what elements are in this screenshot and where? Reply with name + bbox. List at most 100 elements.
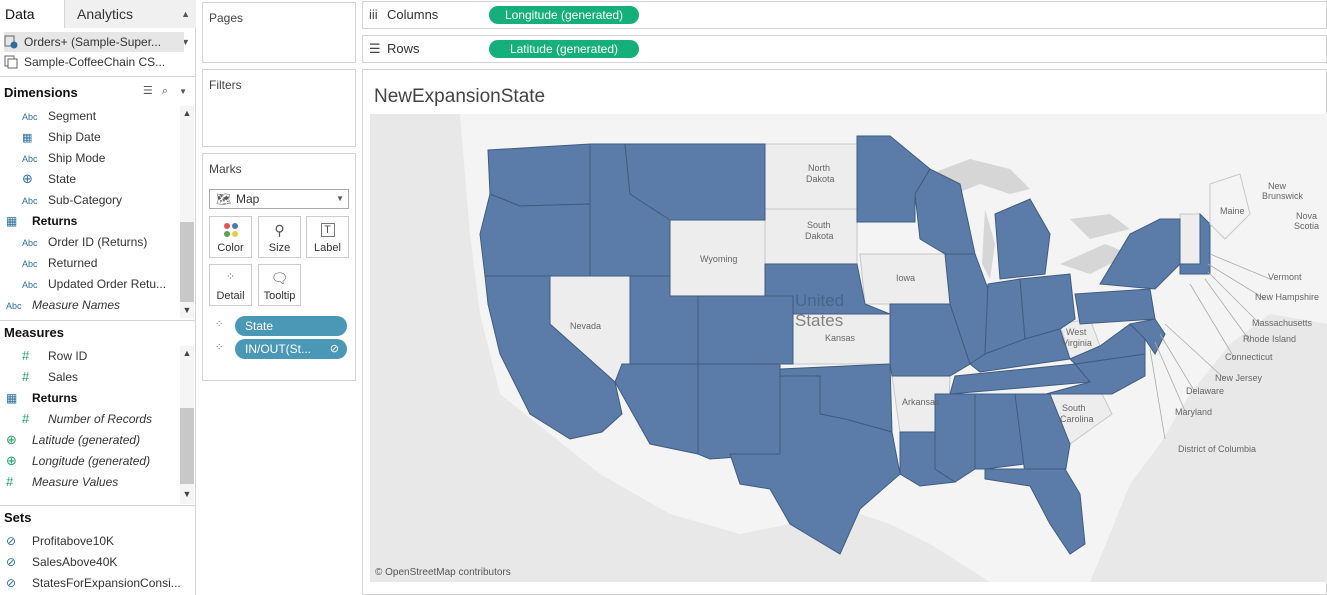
detail-icon: ⁘ <box>215 319 224 330</box>
label-south-carolina-2: Carolina <box>1060 414 1094 424</box>
tooltip-button[interactable]: 🗨 Tooltip <box>258 264 301 306</box>
size-button[interactable]: ⚲ Size <box>258 216 301 258</box>
field-returned[interactable]: Abc Returned <box>22 253 97 273</box>
field-state[interactable]: ⊕ State <box>22 169 76 189</box>
field-longitude-generated[interactable]: ⊕ Longitude (generated) <box>6 451 150 471</box>
field-row-id[interactable]: # Row ID <box>22 346 87 366</box>
search-icon[interactable]: ⌕ <box>162 85 168 97</box>
field-measure-names[interactable]: Abc Measure Names <box>6 295 120 315</box>
map-svg[interactable]: North Dakota South Dakota Wyoming Nevada… <box>370 114 1327 582</box>
label-south-dakota-1: South <box>807 220 831 230</box>
field-updated-order-returns[interactable]: Abc Updated Order Retu... <box>22 274 166 294</box>
field-label: Returned <box>48 256 98 270</box>
color-button[interactable]: Color <box>209 216 252 258</box>
rows-shelf[interactable]: ☰ Rows Latitude (generated) <box>362 35 1327 63</box>
pages-card[interactable]: Pages <box>202 2 356 63</box>
state-pill[interactable]: State <box>235 316 347 336</box>
field-number-of-records[interactable]: # Number of Records <box>22 409 152 429</box>
map-area[interactable]: North Dakota South Dakota Wyoming Nevada… <box>370 114 1327 582</box>
state-pennsylvania[interactable] <box>1074 288 1156 325</box>
inout-set-pill[interactable]: IN/OUT(St... ⊘ <box>235 339 347 359</box>
label-wyoming: Wyoming <box>700 254 737 264</box>
tab-analytics[interactable]: Analytics ▲ ▼ <box>64 0 196 47</box>
label-district-of-columbia: District of Columbia <box>1178 444 1256 454</box>
folder-returns[interactable]: ▦ Returns <box>6 211 77 231</box>
datasource-label: Orders+ (Sample-Super... <box>24 35 162 49</box>
field-segment[interactable]: Abc Segment <box>22 106 96 126</box>
field-label: State <box>48 172 77 186</box>
state-vermont-nh[interactable] <box>1179 213 1201 265</box>
set-profitabove10k[interactable]: ⊘ Profitabove10K <box>6 531 114 551</box>
string-type-icon: Abc <box>22 259 38 269</box>
set-icon: ⊘ <box>6 555 17 569</box>
label-button[interactable]: T Label <box>306 216 349 258</box>
detail-button[interactable]: ⁘ Detail <box>209 264 252 306</box>
filters-card[interactable]: Filters <box>202 69 356 147</box>
datasource-orders[interactable]: Orders+ (Sample-Super... <box>4 32 184 52</box>
scroll-up-icon[interactable]: ▲ <box>180 348 194 358</box>
number-type-icon: # <box>22 348 30 363</box>
measures-scroll-thumb[interactable] <box>180 408 194 484</box>
field-measure-values[interactable]: # Measure Values <box>6 472 118 492</box>
label-connecticut: Connecticut <box>1225 352 1273 362</box>
field-ship-mode[interactable]: Abc Ship Mode <box>22 148 105 168</box>
state-oregon[interactable] <box>479 193 591 277</box>
shelf-label-text: Columns <box>387 7 439 22</box>
field-sales[interactable]: # Sales <box>22 367 78 387</box>
tab-data[interactable]: Data <box>0 0 64 28</box>
field-ship-date[interactable]: ▦ Ship Date <box>22 127 101 147</box>
label-new-jersey: New Jersey <box>1215 373 1263 383</box>
columns-shelf[interactable]: iii Columns Longitude (generated) <box>362 1 1327 29</box>
datasource-active-icon <box>4 35 18 49</box>
worksheet-view: NewExpansionState North Dakota South Dak… <box>362 69 1327 595</box>
tab-analytics-label: Analytics <box>77 6 134 22</box>
tooltip-label: Tooltip <box>263 290 296 302</box>
calendar-icon: ▦ <box>22 132 33 144</box>
set-salesabove40k[interactable]: ⊘ SalesAbove40K <box>6 552 117 572</box>
label-new-brunswick-1: New <box>1268 181 1287 191</box>
field-latitude-generated[interactable]: ⊕ Latitude (generated) <box>6 430 140 450</box>
label-north-dakota-1: North <box>808 163 830 173</box>
label-massachusetts: Massachusetts <box>1252 318 1313 328</box>
table-icon: ▦ <box>6 214 18 228</box>
worksheet-title[interactable]: NewExpansionState <box>374 86 545 108</box>
field-sub-category[interactable]: Abc Sub-Category <box>22 190 122 210</box>
detail-label: Detail <box>216 290 245 302</box>
mark-type-dropdown[interactable]: 🗺 Map ▼ <box>209 189 349 209</box>
marks-card: Marks 🗺 Map ▼ Color ⚲ Size T Label ⁘ Det… <box>202 153 356 381</box>
string-type-icon: Abc <box>6 301 22 311</box>
columns-shelf-label: iii Columns <box>369 2 438 28</box>
tooltip-icon: 🗨 <box>270 270 289 286</box>
scroll-down-icon[interactable]: ▼ <box>180 489 194 499</box>
datasource-coffeechain[interactable]: Sample-CoffeeChain CS... <box>4 52 165 72</box>
number-type-icon: # <box>6 474 14 489</box>
scroll-down-icon[interactable]: ▼ <box>180 305 194 315</box>
field-label: Measure Names <box>32 298 121 312</box>
set-states-for-expansion[interactable]: ⊘ StatesForExpansionConsi... <box>6 573 181 593</box>
label-icon: T <box>320 223 335 237</box>
state-colorado[interactable] <box>697 295 794 365</box>
dimensions-tools: ☰ ⌕ ▼ <box>143 84 187 98</box>
field-order-id-returns[interactable]: Abc Order ID (Returns) <box>22 232 147 252</box>
view-list-icon[interactable]: ☰ <box>143 85 153 97</box>
state-new-mexico[interactable] <box>697 363 781 460</box>
field-label: Ship Date <box>48 130 101 144</box>
menu-dropdown-icon[interactable]: ▼ <box>179 87 187 96</box>
globe-icon: ⊕ <box>6 453 17 468</box>
dimensions-scroll-thumb[interactable] <box>180 222 194 302</box>
mark-type-label: Map <box>236 192 260 206</box>
scroll-up-icon[interactable]: ▲ <box>180 108 194 118</box>
data-pane: Data Analytics ▲ ▼ Orders+ (Sample-Super.… <box>0 0 196 595</box>
longitude-pill[interactable]: Longitude (generated) <box>489 6 639 24</box>
globe-icon: ⊕ <box>6 432 17 447</box>
state-mississippi[interactable] <box>934 393 976 483</box>
shelf-label-text: Rows <box>387 41 420 56</box>
map-attribution[interactable]: © OpenStreetMap contributors <box>375 567 511 578</box>
label-west-virginia-2: Virginia <box>1062 338 1092 348</box>
folder-returns-measures[interactable]: ▦ Returns <box>6 388 77 408</box>
state-washington[interactable] <box>487 143 591 207</box>
size-icon: ⚲ <box>274 222 285 238</box>
latitude-pill[interactable]: Latitude (generated) <box>489 40 639 58</box>
chevron-down-icon: ▼ <box>336 194 344 203</box>
columns-icon: iii <box>369 7 378 22</box>
